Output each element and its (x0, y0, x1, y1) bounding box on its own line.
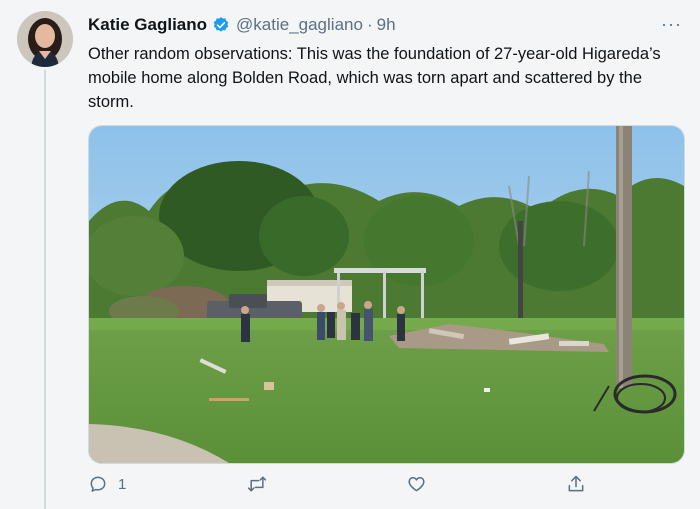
separator-dot: · (366, 15, 373, 34)
share-icon (566, 474, 586, 494)
verified-badge-icon (212, 16, 230, 34)
storm-damage-photo (89, 126, 684, 463)
reply-button[interactable]: 1 (88, 474, 126, 494)
like-button[interactable] (406, 474, 437, 494)
reply-icon (88, 474, 108, 494)
tweet-timestamp[interactable]: 9h (377, 15, 396, 35)
retweet-button[interactable] (246, 474, 278, 494)
avatar-photo (17, 11, 73, 67)
tweet-actions: 1 (88, 474, 588, 500)
thread-line (44, 70, 46, 509)
tweet-photo[interactable] (88, 125, 685, 464)
avatar[interactable] (17, 11, 73, 67)
more-icon[interactable]: ··· (661, 14, 682, 35)
tweet-text: Other random observations: This was the … (88, 45, 661, 111)
author-name[interactable]: Katie Gagliano (88, 15, 207, 35)
reply-count: 1 (118, 475, 127, 493)
retweet-icon (246, 474, 268, 494)
heart-icon (406, 474, 427, 494)
author-handle[interactable]: @katie_gagliano (236, 15, 363, 35)
tweet-header: Katie Gagliano @katie_gagliano · 9h (88, 13, 680, 37)
share-button[interactable] (566, 474, 586, 494)
